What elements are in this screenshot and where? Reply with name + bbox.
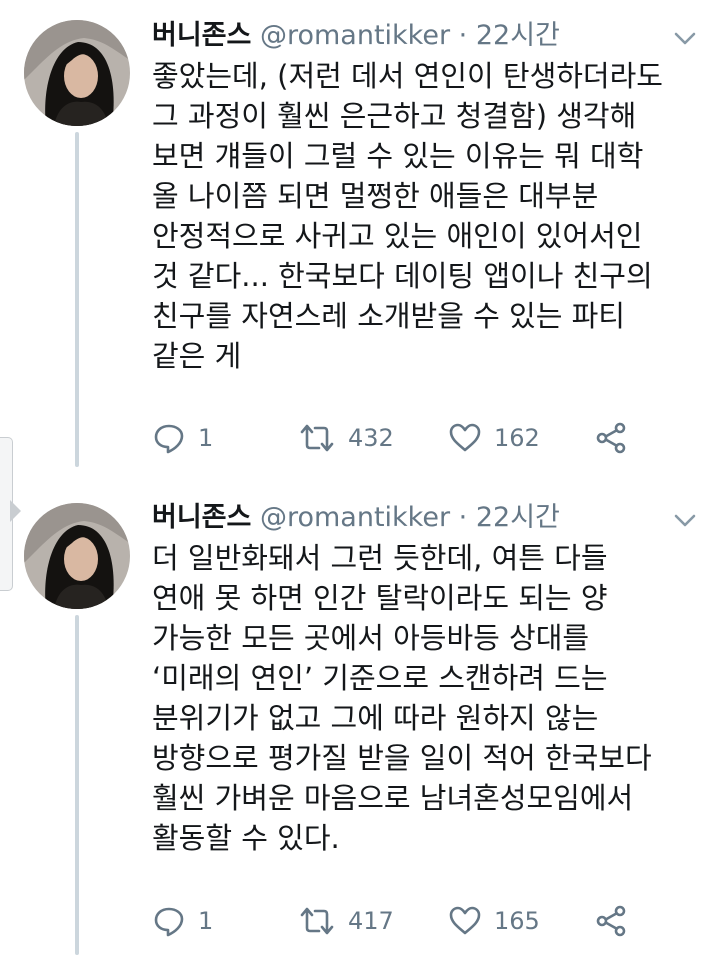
- handle[interactable]: @romantikker: [260, 502, 450, 533]
- share-icon: [596, 422, 626, 454]
- tweet-text-line: 친구를 자연스레 소개받을 수 있는 파티: [152, 299, 625, 333]
- tweet-text-line: 올 나이쯤 되면 멀쩡한 애들은 대부분: [152, 179, 599, 213]
- like-icon: [449, 423, 481, 452]
- avatar[interactable]: [24, 503, 130, 609]
- like-button[interactable]: 165: [448, 901, 540, 941]
- separator: ·: [458, 502, 468, 533]
- retweet-icon: [300, 424, 334, 452]
- retweet-count: 417: [348, 907, 394, 935]
- tweet[interactable]: 버니존스 @romantikker · 22시간 좋았는데, (저런 데서 연인…: [0, 0, 720, 480]
- retweet-button[interactable]: 417: [298, 901, 394, 941]
- like-button[interactable]: 162: [448, 418, 540, 458]
- tweet-actions: 1 417 165: [152, 901, 652, 941]
- retweet-icon: [300, 907, 334, 935]
- chevron-down-icon[interactable]: [672, 510, 698, 530]
- chevron-down-icon[interactable]: [672, 28, 698, 48]
- tweet-header: 버니존스 @romantikker · 22시간: [152, 498, 560, 538]
- tweet-header: 버니존스 @romantikker · 22시간: [152, 16, 560, 56]
- tweet-text: 더 일반화돼서 그런 듯한데, 여튼 다들 연애 못 하면 인간 탈락이라도 되…: [152, 538, 697, 858]
- handle[interactable]: @romantikker: [260, 20, 450, 51]
- tweet-actions: 1 432 162: [152, 418, 652, 458]
- share-button[interactable]: [594, 418, 628, 458]
- like-count: 165: [494, 907, 540, 935]
- share-button[interactable]: [594, 901, 628, 941]
- tweet-text-line: 그 과정이 훨씬 은근하고 청결함) 생각해: [152, 99, 637, 133]
- separator: ·: [458, 20, 468, 51]
- display-name[interactable]: 버니존스: [152, 502, 251, 533]
- tweet-text-line: 더 일반화돼서 그런 듯한데, 여튼 다들: [152, 541, 608, 575]
- timestamp[interactable]: 22시간: [476, 502, 560, 533]
- reply-icon: [154, 424, 184, 454]
- tweet-text-line: 안정적으로 사귀고 있는 애인이 있어서인: [152, 219, 643, 253]
- reply-button[interactable]: 1: [152, 418, 213, 458]
- timestamp[interactable]: 22시간: [476, 20, 560, 51]
- tweet-text-line: 가능한 모든 곳에서 아등바등 상대를: [152, 621, 590, 655]
- tweet-text: 좋았는데, (저런 데서 연인이 탄생하더라도 그 과정이 훨씬 은근하고 청결…: [152, 56, 697, 376]
- tweet-text-line: 같은 게: [152, 339, 242, 373]
- reply-count: 1: [198, 907, 214, 935]
- share-icon: [596, 905, 626, 937]
- retweet-button[interactable]: 432: [298, 418, 394, 458]
- retweet-count: 432: [348, 424, 394, 452]
- reply-button[interactable]: 1: [152, 901, 213, 941]
- tweet-text-line: 훨씬 가벼운 마음으로 남녀혼성모임에서: [152, 781, 634, 815]
- tweet-text-line: 보면 걔들이 그럴 수 있는 이유는 뭐 대학: [152, 139, 644, 173]
- avatar[interactable]: [24, 20, 130, 126]
- reply-count: 1: [198, 424, 214, 452]
- tweet-text-line: 분위기가 없고 그에 따라 원하지 않는: [152, 701, 599, 735]
- like-count: 162: [494, 424, 540, 452]
- like-icon: [449, 906, 481, 935]
- reply-icon: [154, 907, 184, 937]
- tweet-text-line: 활동할 수 있다.: [152, 821, 340, 855]
- display-name[interactable]: 버니존스: [152, 20, 251, 51]
- tweet-text-line: 것 같다... 한국보다 데이팅 앱이나 친구의: [152, 259, 653, 293]
- tweet-text-line: 좋았는데, (저런 데서 연인이 탄생하더라도: [152, 59, 663, 93]
- tweet-text-line: ‘미래의 연인’ 기준으로 스캔하려 드는: [152, 661, 608, 695]
- tweet-text-line: 방향으로 평가질 받을 일이 적어 한국보다: [152, 741, 652, 775]
- tweet[interactable]: 버니존스 @romantikker · 22시간 더 일반화돼서 그런 듯한데,…: [0, 483, 720, 955]
- tweet-text-line: 연애 못 하면 인간 탈락이라도 되는 양: [152, 581, 608, 615]
